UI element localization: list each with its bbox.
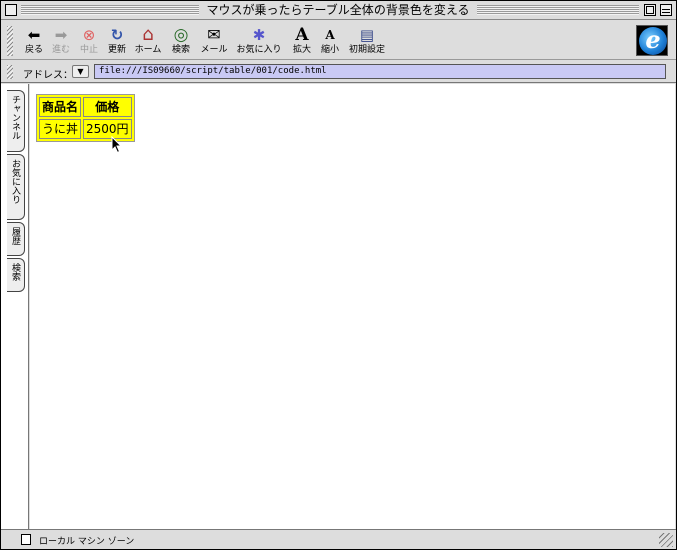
title-bar[interactable]: マウスが乗ったらテーブル全体の背景色を変える [1, 1, 676, 20]
refresh-icon: ↻ [110, 26, 124, 44]
search-button[interactable]: ◎ 検索 [164, 25, 198, 56]
ie-e-icon: e [639, 27, 667, 55]
home-icon: ⌂ [142, 24, 154, 45]
refresh-button[interactable]: ↻ 更新 [100, 25, 134, 56]
page-content: 商品名 価格 うに丼 2500円 [30, 84, 675, 529]
mail-icon: ✉ [207, 25, 221, 44]
cell-price: 2500円 [83, 119, 132, 139]
close-box[interactable] [5, 4, 17, 16]
browser-window: マウスが乗ったらテーブル全体の背景色を変える ⬅ 戻る ➡ 進む ⊗ 中止 ↻ … [0, 0, 677, 550]
preferences-label: 初期設定 [348, 45, 385, 55]
home-button[interactable]: ⌂ ホーム [131, 25, 165, 56]
search-icon: ◎ [173, 25, 189, 45]
tab-search-label: 検索 [10, 263, 20, 281]
collapse-box[interactable] [660, 4, 672, 16]
status-bar: ローカル マシン ゾーン [1, 529, 676, 549]
mouse-pointer-icon [111, 136, 123, 154]
product-table[interactable]: 商品名 価格 うに丼 2500円 [36, 94, 135, 142]
tab-channels-label: チャンネル [10, 95, 20, 140]
tab-channels[interactable]: チャンネル [7, 90, 25, 152]
chevron-down-icon: ▼ [77, 67, 84, 76]
tab-search[interactable]: 検索 [7, 258, 25, 292]
title-stripes-right [477, 5, 639, 15]
preferences-icon: ▤ [359, 26, 375, 44]
search-label: 検索 [171, 45, 190, 55]
tab-favorites[interactable]: お気に入り [7, 154, 25, 220]
mail-label: メール [200, 45, 228, 55]
favorites-button[interactable]: ✱ お気に入り [235, 25, 283, 56]
header-price: 価格 [83, 97, 132, 117]
preferences-button[interactable]: ▤ 初期設定 [345, 25, 389, 56]
text-smaller-button[interactable]: A 縮小 [313, 25, 347, 56]
cell-product-name: うに丼 [39, 119, 82, 139]
status-text: ローカル マシン ゾーン [39, 537, 135, 547]
table-header-row: 商品名 価格 [39, 97, 132, 117]
ie-logo[interactable]: e [636, 25, 668, 56]
favorites-label: お気に入り [236, 45, 282, 55]
address-input[interactable]: file:///IS09660/script/table/001/code.ht… [94, 64, 666, 79]
toolbar-grip[interactable] [7, 26, 13, 56]
explorer-bar-tabs: チャンネル お気に入り 履歴 検索 [1, 84, 29, 529]
address-label: アドレス： [23, 70, 73, 81]
home-label: ホーム [134, 45, 162, 55]
tab-favorites-label: お気に入り [10, 159, 20, 204]
resize-handle[interactable] [659, 533, 673, 547]
text-smaller-icon: A [325, 28, 335, 42]
tab-history-label: 履歴 [10, 227, 20, 245]
toolbar: ⬅ 戻る ➡ 進む ⊗ 中止 ↻ 更新 ⌂ ホーム ◎ 検索 ✉ メール ✱ お [1, 21, 676, 60]
tab-history[interactable]: 履歴 [7, 222, 25, 256]
favorites-icon: ✱ [252, 26, 266, 44]
address-bar: アドレス： ▼ file:///IS09660/script/table/001… [1, 61, 676, 83]
text-smaller-label: 縮小 [320, 45, 339, 55]
zoom-box[interactable] [644, 4, 656, 16]
refresh-label: 更新 [107, 45, 126, 55]
zone-icon [21, 534, 31, 545]
address-grip[interactable] [7, 65, 13, 79]
mail-button[interactable]: ✉ メール [197, 25, 231, 56]
header-product-name: 商品名 [39, 97, 82, 117]
address-dropdown-button[interactable]: ▼ [72, 65, 89, 78]
window-title: マウスが乗ったらテーブル全体の背景色を変える [203, 3, 473, 18]
title-stripes-left [21, 5, 199, 15]
